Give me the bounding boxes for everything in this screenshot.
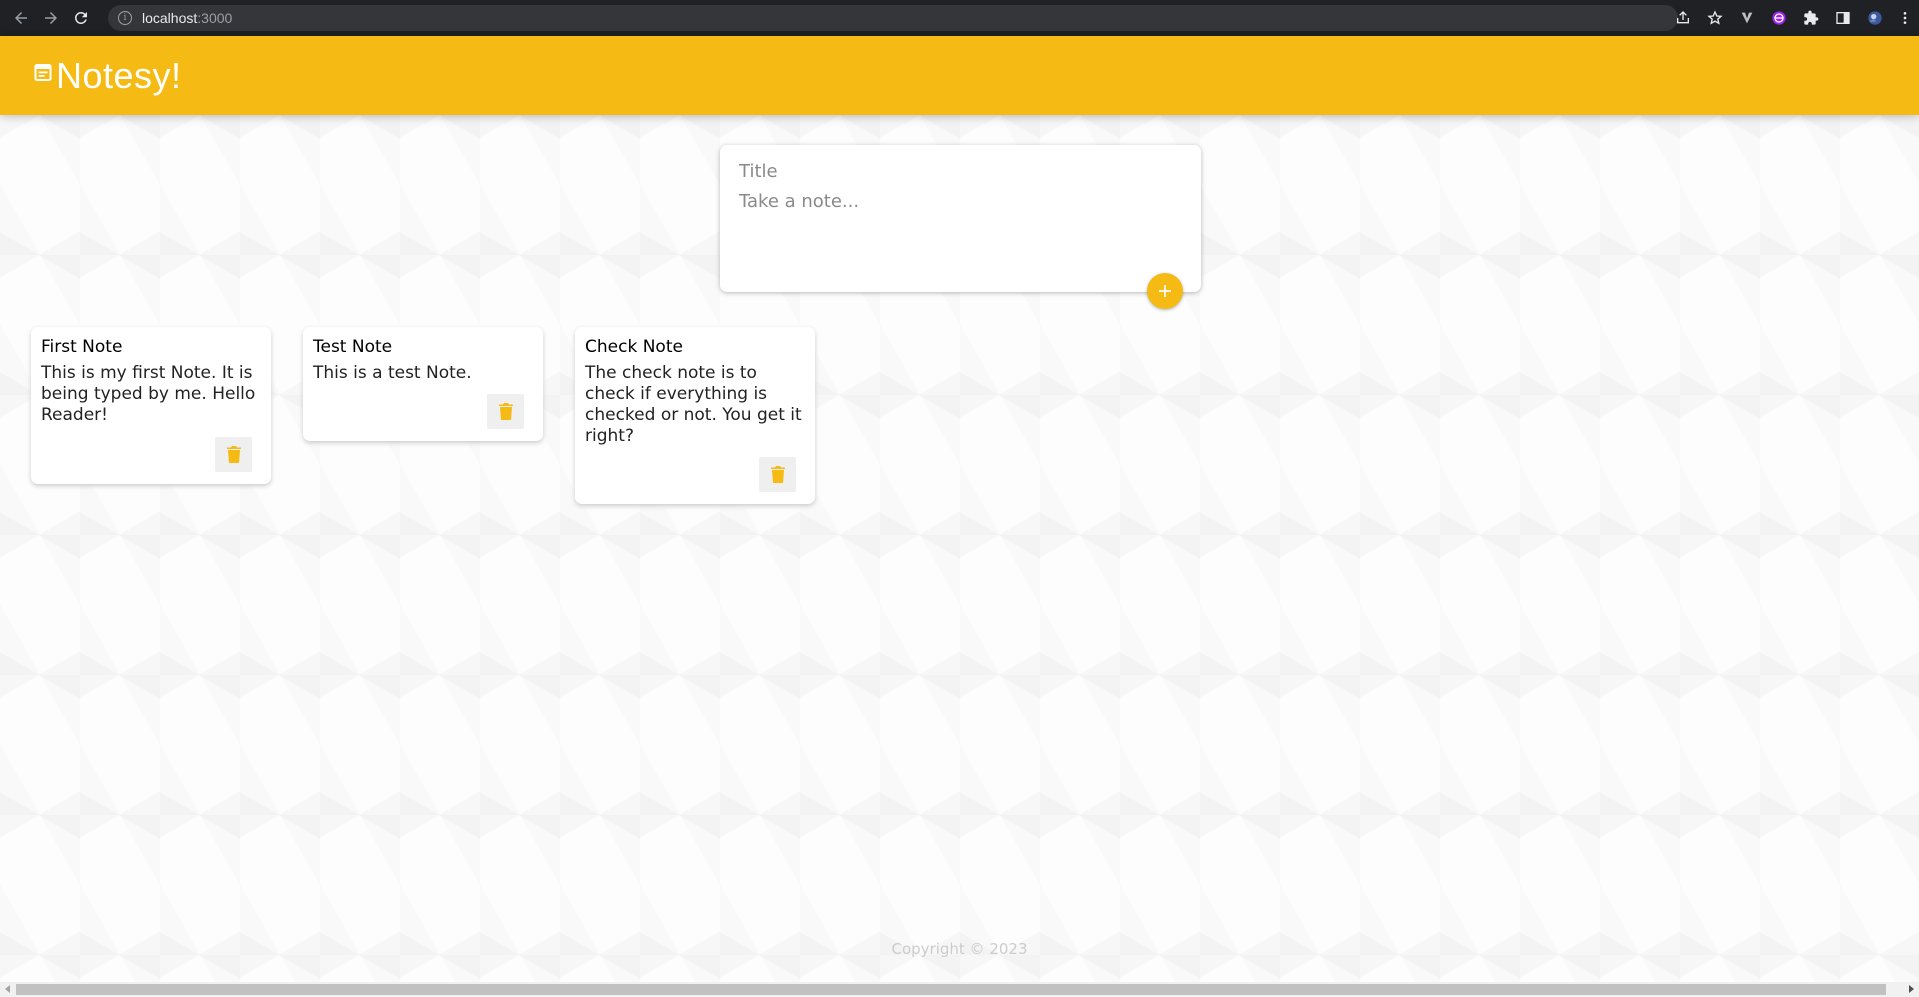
note-logo-icon xyxy=(34,63,52,81)
copyright-text: Copyright © 2023 xyxy=(891,940,1028,958)
puzzle-icon xyxy=(1804,10,1819,25)
app-title: Notesy! xyxy=(56,54,182,96)
delete-note-button[interactable] xyxy=(215,437,252,472)
app-header: Notesy! xyxy=(0,36,1919,115)
forward-button[interactable] xyxy=(38,5,64,31)
create-note-form xyxy=(720,145,1201,309)
scroll-left-arrow[interactable] xyxy=(5,985,10,993)
note-card: Test Note This is a test Note. xyxy=(303,327,543,441)
arrow-left-icon xyxy=(15,12,27,24)
extension-v-button[interactable] xyxy=(1731,0,1763,36)
arrow-right-icon xyxy=(45,12,57,24)
menu-button[interactable] xyxy=(1891,0,1919,36)
address-bar[interactable]: i localhost:3000 xyxy=(108,5,1678,31)
globe-extension-icon xyxy=(1772,11,1786,25)
add-note-button[interactable] xyxy=(1147,273,1183,309)
note-content: The check note is to check if everything… xyxy=(585,363,808,446)
scroll-right-arrow[interactable] xyxy=(1909,985,1914,993)
browser-actions xyxy=(1667,0,1919,36)
trash-icon xyxy=(770,466,785,483)
note-card: First Note This is my first Note. It is … xyxy=(31,327,271,484)
browser-toolbar: i localhost:3000 xyxy=(0,0,1919,36)
delete-note-button[interactable] xyxy=(487,394,524,429)
note-title-input[interactable] xyxy=(739,159,1182,183)
site-info-icon[interactable]: i xyxy=(118,11,132,25)
side-panel-button[interactable] xyxy=(1827,0,1859,36)
share-button[interactable] xyxy=(1667,0,1699,36)
scrollbar-thumb[interactable] xyxy=(16,984,1886,995)
back-button[interactable] xyxy=(8,5,34,31)
bookmark-button[interactable] xyxy=(1699,0,1731,36)
note-title: First Note xyxy=(41,337,123,357)
profile-button[interactable] xyxy=(1859,0,1891,36)
delete-note-button[interactable] xyxy=(759,457,796,492)
star-icon xyxy=(1707,10,1723,25)
reload-button[interactable] xyxy=(68,5,94,31)
side-panel-icon xyxy=(1836,12,1850,24)
footer: Copyright © 2023 xyxy=(0,940,1919,958)
v-extension-icon xyxy=(1741,12,1753,24)
note-content: This is my first Note. It is being typed… xyxy=(41,363,261,425)
note-title: Check Note xyxy=(585,337,683,357)
trash-icon xyxy=(498,403,513,420)
more-vert-icon xyxy=(1903,12,1907,24)
horizontal-scrollbar[interactable] xyxy=(0,982,1919,997)
url-host: localhost xyxy=(142,10,198,26)
trash-icon xyxy=(226,446,241,463)
plus-icon xyxy=(1159,285,1171,297)
avatar xyxy=(1868,11,1882,25)
note-content-input[interactable] xyxy=(739,191,1182,251)
extension-purple-button[interactable] xyxy=(1763,0,1795,36)
note-content: This is a test Note. xyxy=(313,363,472,383)
note-card: Check Note The check note is to check if… xyxy=(575,327,815,504)
share-icon xyxy=(1677,11,1689,24)
url-port: :3000 xyxy=(197,10,233,26)
note-title: Test Note xyxy=(313,337,393,357)
reload-icon xyxy=(74,11,87,24)
extensions-button[interactable] xyxy=(1795,0,1827,36)
